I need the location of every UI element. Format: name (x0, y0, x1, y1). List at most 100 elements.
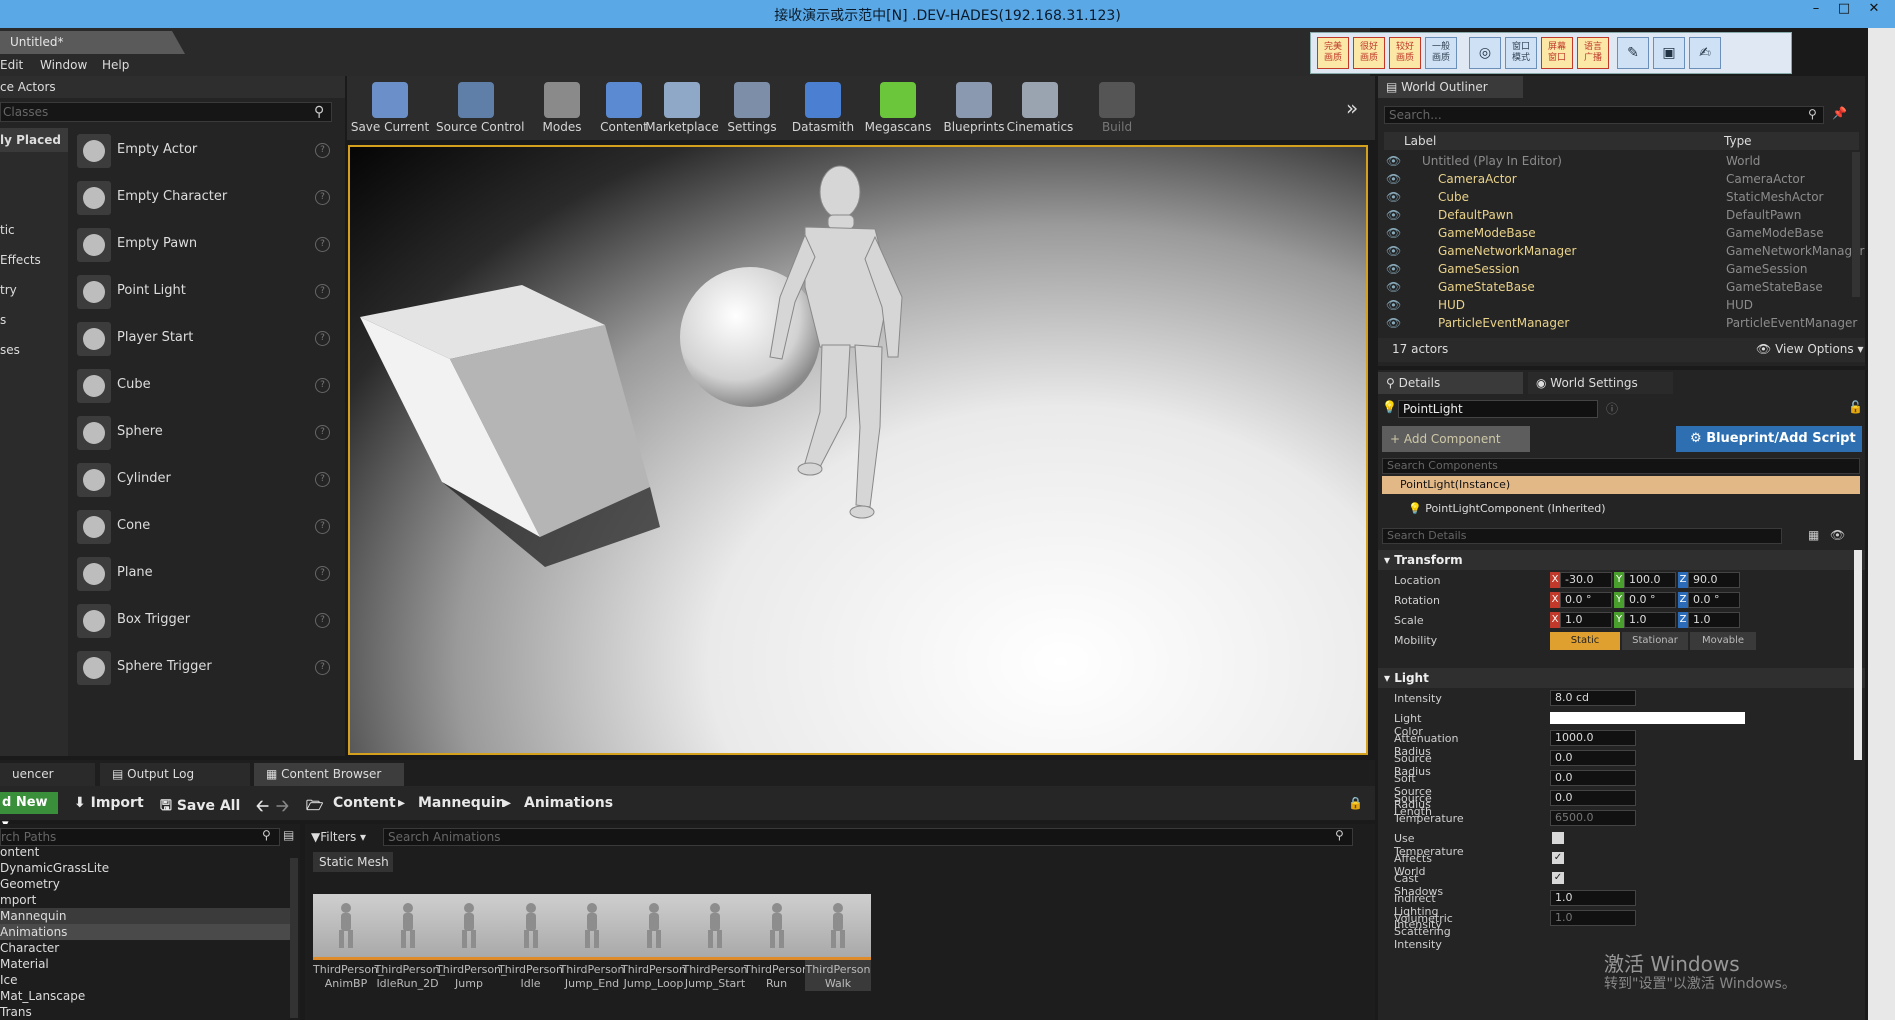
help-icon[interactable]: ? (315, 472, 330, 487)
rotation-y-field[interactable]: 0.0 ° (1624, 592, 1676, 608)
category-geometry[interactable]: try (0, 278, 68, 302)
blueprint-add-script-button[interactable]: ⚙ Blueprint/Add Script (1676, 426, 1862, 452)
light-property-field[interactable]: 6500.0 (1550, 810, 1636, 826)
path-tree-item[interactable]: Mannequin (0, 908, 290, 924)
classes-search-input[interactable]: Classes (0, 102, 332, 122)
toolbar-button-save-current[interactable]: Save Current (350, 76, 430, 140)
place-actor-item[interactable]: Empty Actor? (72, 128, 342, 174)
location-y-field[interactable]: 100.0 (1624, 572, 1676, 588)
scale-y-field[interactable]: 1.0 (1624, 612, 1676, 628)
location-z-field[interactable]: 90.0 (1688, 572, 1740, 588)
column-type[interactable]: Type (1724, 134, 1752, 148)
light-property-field[interactable]: 1000.0 (1550, 730, 1636, 746)
help-icon[interactable]: ? (315, 143, 330, 158)
category-basic[interactable]: tic (0, 218, 68, 242)
path-tree-item[interactable]: Character (0, 940, 290, 956)
toolbox-board-icon[interactable]: ✍ (1689, 37, 1721, 69)
pin-icon[interactable]: 📌 (1832, 106, 1847, 120)
rotation-x-field[interactable]: 0.0 ° (1560, 592, 1612, 608)
path-tree-item[interactable]: Trans (0, 1004, 290, 1020)
visibility-eye-icon[interactable]: 👁 (1386, 296, 1401, 314)
category-all-classes[interactable]: ses (0, 338, 68, 362)
place-actor-item[interactable]: Cone? (72, 504, 342, 550)
category-visual-effects[interactable]: Effects (0, 248, 68, 272)
help-icon[interactable]: ? (315, 331, 330, 346)
place-actor-item[interactable]: Cylinder? (72, 457, 342, 503)
mobility-stationar-button[interactable]: Stationar (1622, 632, 1688, 650)
grid-view-icon[interactable]: ▦ (1808, 528, 1819, 542)
toolbox-pen-icon[interactable]: ✎ (1617, 37, 1649, 69)
breadcrumb-mannequin[interactable]: Mannequin (418, 795, 506, 811)
outliner-row[interactable]: 👁 GameSession GameSession (1386, 260, 1861, 278)
path-tree-item[interactable]: Geometry (0, 876, 290, 892)
scale-x-field[interactable]: 1.0 (1560, 612, 1612, 628)
help-icon[interactable]: ? (315, 519, 330, 534)
outliner-row[interactable]: 👁 Untitled (Play In Editor) World (1386, 152, 1861, 170)
property-checkbox[interactable]: ✓ (1552, 872, 1564, 884)
path-tree-item[interactable]: Ice (0, 972, 290, 988)
place-actor-item[interactable]: Sphere? (72, 410, 342, 456)
light-property-field[interactable]: 0.0 (1550, 790, 1636, 806)
outliner-scrollbar[interactable] (1852, 152, 1860, 297)
mobility-static-button[interactable]: Static (1550, 632, 1620, 650)
visibility-eye-icon[interactable]: 👁 (1386, 314, 1401, 332)
path-view-icon[interactable]: ▤ (283, 828, 294, 842)
toolbar-button-marketplace[interactable]: Marketplace (642, 76, 722, 140)
menu-window[interactable]: Window (40, 58, 87, 72)
toolbar-button-settings[interactable]: Settings (712, 76, 792, 140)
toolbox-button-2[interactable]: 很好 画质 (1353, 37, 1385, 69)
category-recently-placed[interactable]: ly Placed (0, 128, 68, 152)
visibility-eye-icon[interactable]: 👁 (1386, 206, 1401, 224)
close-button[interactable]: ✕ (1858, 0, 1890, 20)
property-checkbox[interactable]: ✓ (1552, 852, 1564, 864)
category-volumes[interactable]: s (0, 308, 68, 332)
visibility-eye-icon[interactable]: 👁 (1386, 242, 1401, 260)
help-icon[interactable]: ? (315, 660, 330, 675)
visibility-eye-icon[interactable]: 👁 (1386, 260, 1401, 278)
toolbox-monitor-icon[interactable]: ▣ (1653, 37, 1685, 69)
scale-label[interactable]: Scale (1394, 614, 1424, 627)
view-options-button[interactable]: 👁 View Options ▾ (1756, 342, 1864, 356)
path-tree-item[interactable]: Animations (0, 924, 290, 940)
asset-tile[interactable]: ThirdPerson_ AnimBP (313, 894, 384, 991)
place-actor-item[interactable]: Box Trigger? (72, 598, 342, 644)
tab-output-log[interactable]: ▤ Output Log (100, 763, 250, 786)
location-x-field[interactable]: -30.0 (1560, 572, 1612, 588)
outliner-search-input[interactable]: Search... (1384, 106, 1824, 124)
path-tree-item[interactable]: DynamicGrassLite (0, 860, 290, 876)
visibility-eye-icon[interactable]: 👁 (1386, 170, 1401, 188)
outliner-row[interactable]: 👁 GameNetworkManager GameNetworkManager (1386, 242, 1864, 260)
tab-content-browser[interactable]: ▦ Content Browser (254, 763, 404, 786)
toolbox-button-5[interactable]: 窗口 模式 (1505, 37, 1537, 69)
toolbox-button-3[interactable]: 较好 画质 (1389, 37, 1421, 69)
tab-world-settings[interactable]: ◉ World Settings (1528, 372, 1673, 394)
forward-arrow-icon[interactable]: 🡢 (276, 795, 289, 822)
asset-tile[interactable]: ThirdPerson Jump_Loop (620, 894, 687, 991)
toolbar-button-build[interactable]: Build (1077, 76, 1157, 140)
outliner-row[interactable]: 👁 Cube StaticMeshActor (1386, 188, 1861, 206)
place-actor-item[interactable]: Empty Pawn? (72, 222, 342, 268)
help-icon[interactable]: ? (315, 284, 330, 299)
document-tab[interactable]: Untitled* (0, 31, 185, 54)
location-label[interactable]: Location (1394, 574, 1441, 587)
column-label[interactable]: Label (1404, 134, 1436, 148)
light-property-field[interactable]: 8.0 cd (1550, 690, 1636, 706)
add-new-button[interactable]: d New ▾ (0, 792, 58, 832)
outliner-row[interactable]: 👁 HUD HUD (1386, 296, 1861, 314)
path-tree-item[interactable]: Material (0, 956, 290, 972)
scale-z-field[interactable]: 1.0 (1688, 612, 1740, 628)
toolbar-button-megascans[interactable]: Megascans (858, 76, 938, 140)
import-button[interactable]: ⬇ Import (74, 795, 144, 811)
light-property-field[interactable]: 1.0 (1550, 890, 1636, 906)
help-icon[interactable]: ? (315, 613, 330, 628)
toolbox-target-icon[interactable]: ◎ (1469, 37, 1501, 69)
path-scrollbar[interactable] (290, 858, 298, 1018)
window-scrollbar[interactable] (1868, 28, 1895, 1020)
rotation-z-field[interactable]: 0.0 ° (1688, 592, 1740, 608)
light-color-swatch[interactable] (1550, 712, 1745, 724)
toolbar-button-cinematics[interactable]: Cinematics (1000, 76, 1080, 140)
place-actor-item[interactable]: Point Light? (72, 269, 342, 315)
toolbar-button-datasmith[interactable]: Datasmith (783, 76, 863, 140)
toolbar-overflow-icon[interactable]: » (1346, 96, 1358, 120)
menu-edit[interactable]: Edit (0, 58, 23, 72)
